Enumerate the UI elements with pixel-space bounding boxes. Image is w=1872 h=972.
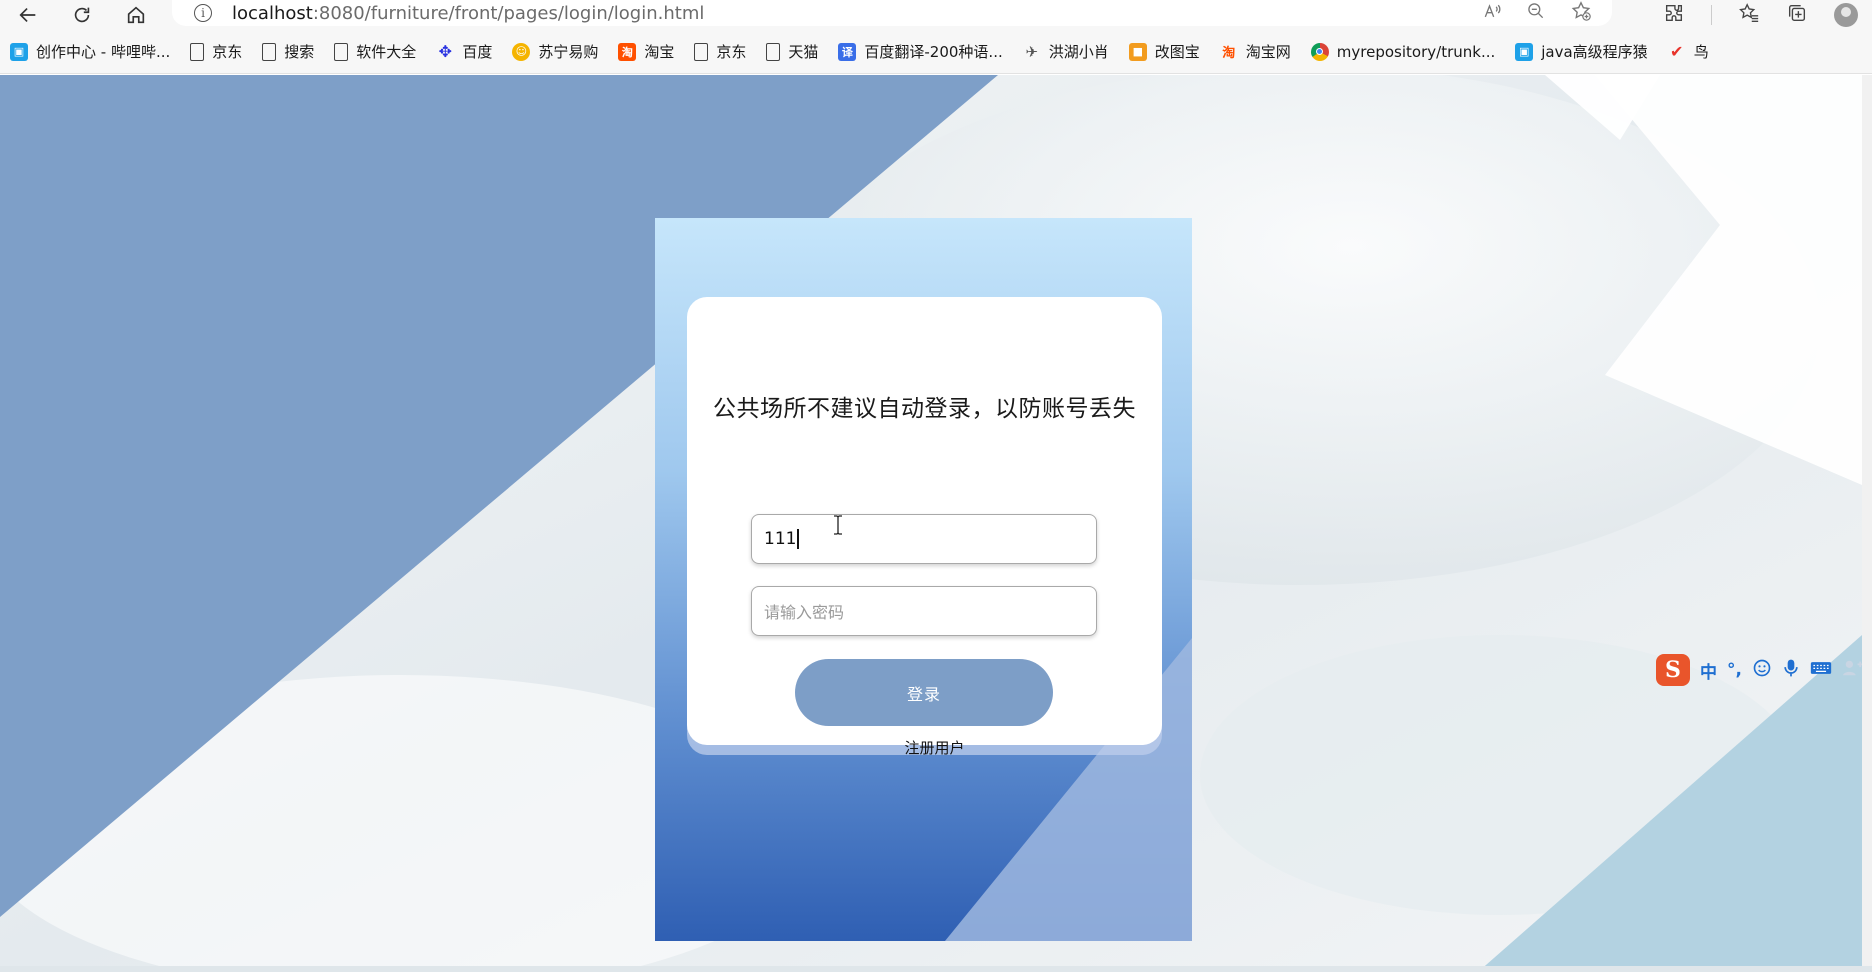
bookmark-label: 淘宝网 bbox=[1245, 43, 1291, 61]
baidu-paw-icon: ✥ bbox=[438, 42, 453, 61]
bookmarks-bar: ▣ 创作中心 - 哔哩哔... 京东 搜索 软件大全 ✥ 百度 ☺ 苏宁易购 淘… bbox=[0, 30, 1872, 74]
bookmark-label: 百度 bbox=[462, 43, 493, 61]
page-icon bbox=[334, 42, 349, 61]
microphone-icon[interactable] bbox=[1782, 658, 1800, 683]
page-icon bbox=[190, 42, 205, 61]
bookmark-label: 搜索 bbox=[284, 43, 315, 61]
bookmark-label: 改图宝 bbox=[1154, 43, 1200, 61]
bookmark-item[interactable]: ☺ 苏宁易购 bbox=[512, 41, 598, 62]
bookmark-label: 软件大全 bbox=[356, 43, 417, 61]
bookmark-item[interactable]: 搜索 bbox=[262, 41, 314, 62]
bookmark-item[interactable]: 译 百度翻译-200种语... bbox=[838, 41, 1003, 62]
ibeam-cursor-icon bbox=[834, 515, 842, 535]
bookmark-item[interactable]: 天猫 bbox=[766, 41, 818, 62]
login-button[interactable]: 登录 bbox=[795, 659, 1053, 726]
taobao-icon: 淘 bbox=[1222, 46, 1236, 61]
url-path: :8080/furniture/front/pages/login/login.… bbox=[312, 2, 705, 24]
toolbar-right-actions bbox=[1663, 0, 1872, 30]
collections-icon[interactable] bbox=[1786, 2, 1808, 29]
bookmark-item[interactable]: 淘 淘宝网 bbox=[1220, 41, 1291, 62]
page-icon bbox=[694, 42, 709, 61]
bookmark-item[interactable]: ■ 改图宝 bbox=[1128, 41, 1200, 62]
text-caret bbox=[797, 529, 799, 549]
login-card: 公共场所不建议自动登录，以防账号丢失 111 请输入密码 登录 注册用户 bbox=[687, 297, 1162, 757]
bookmark-label: 京东 bbox=[716, 43, 747, 61]
keyboard-icon[interactable] bbox=[1810, 659, 1832, 682]
vertical-scrollbar[interactable] bbox=[1862, 75, 1872, 972]
gaitubao-icon: ■ bbox=[1128, 42, 1147, 61]
bookmark-item[interactable]: 软件大全 bbox=[334, 41, 416, 62]
favorites-icon[interactable] bbox=[1738, 2, 1760, 29]
bottom-edge bbox=[0, 966, 1872, 972]
username-input[interactable]: 111 bbox=[751, 514, 1097, 564]
taobao-icon: 淘 bbox=[618, 42, 637, 61]
extensions-icon[interactable] bbox=[1663, 2, 1685, 29]
password-input[interactable]: 请输入密码 bbox=[751, 586, 1097, 636]
bookmark-label: java高级程序猿 bbox=[1541, 43, 1648, 61]
zoom-out-icon[interactable] bbox=[1526, 1, 1546, 25]
bird-icon: ✈ bbox=[1025, 42, 1039, 61]
add-favorite-icon[interactable] bbox=[1570, 0, 1592, 26]
password-placeholder: 请输入密码 bbox=[764, 603, 845, 622]
sogou-ime-logo-icon[interactable]: S bbox=[1656, 654, 1690, 686]
bookmark-item[interactable]: 京东 bbox=[190, 41, 242, 62]
bookmark-item[interactable]: ✥ 百度 bbox=[436, 41, 493, 62]
register-link[interactable]: 注册用户 bbox=[687, 737, 1162, 758]
ime-language-mode[interactable]: 中 bbox=[1700, 658, 1717, 683]
profile-avatar-icon[interactable] bbox=[1834, 3, 1858, 27]
url-host: localhost bbox=[232, 2, 313, 24]
baidu-translate-icon: 译 bbox=[838, 42, 857, 61]
home-button[interactable] bbox=[116, 0, 156, 30]
bookmark-label: 鸟 bbox=[1693, 43, 1709, 61]
read-aloud-icon[interactable] bbox=[1482, 1, 1502, 25]
bookmark-item[interactable]: 京东 bbox=[694, 41, 746, 62]
reload-icon bbox=[74, 7, 90, 23]
bookmark-item[interactable]: ▣ 创作中心 - 哔哩哔... bbox=[10, 41, 170, 62]
reload-button[interactable] bbox=[62, 0, 102, 30]
bird-red-icon: ✔ bbox=[1669, 42, 1684, 61]
emoji-icon[interactable] bbox=[1752, 658, 1772, 683]
page-viewport: 公共场所不建议自动登录，以防账号丢失 111 请输入密码 登录 注册用户 bbox=[0, 75, 1872, 972]
bookmark-item[interactable]: myrepository/trunk... bbox=[1310, 42, 1496, 61]
bookmark-label: 天猫 bbox=[788, 43, 819, 61]
bookmark-item[interactable]: ✈ 洪湖小肖 bbox=[1023, 41, 1109, 62]
bookmark-label: myrepository/trunk... bbox=[1336, 42, 1496, 61]
bookmark-label: 百度翻译-200种语... bbox=[864, 43, 1003, 61]
browser-toolbar: i localhost:8080/furniture/front/pages/l… bbox=[0, 0, 1872, 30]
bilibili-icon: ▣ bbox=[1515, 42, 1534, 61]
bookmark-label: 苏宁易购 bbox=[538, 43, 599, 61]
chrome-icon bbox=[1310, 42, 1329, 61]
login-title: 公共场所不建议自动登录，以防账号丢失 bbox=[713, 396, 1136, 422]
divider bbox=[1711, 5, 1712, 25]
site-info-icon[interactable]: i bbox=[194, 4, 212, 22]
bookmark-item[interactable]: 淘 淘宝 bbox=[618, 41, 674, 62]
back-button[interactable] bbox=[8, 0, 48, 30]
page-icon bbox=[766, 42, 781, 61]
username-value: 111 bbox=[764, 529, 797, 549]
suning-icon: ☺ bbox=[512, 42, 531, 61]
bookmark-item[interactable]: ▣ java高级程序猿 bbox=[1515, 41, 1648, 62]
bookmark-item[interactable]: ✔ 鸟 bbox=[1668, 41, 1709, 62]
ime-toolbar: S 中 °, bbox=[1656, 652, 1864, 688]
address-bar[interactable]: i localhost:8080/furniture/front/pages/l… bbox=[172, 0, 1612, 26]
back-arrow-icon bbox=[19, 7, 36, 23]
ime-punctuation-mode[interactable]: °, bbox=[1727, 660, 1742, 680]
home-icon bbox=[127, 6, 145, 24]
bookmark-label: 淘宝 bbox=[644, 43, 675, 61]
bookmark-label: 洪湖小肖 bbox=[1048, 43, 1109, 61]
bookmark-label: 京东 bbox=[212, 43, 243, 61]
bookmark-label: 创作中心 - 哔哩哔... bbox=[36, 43, 171, 61]
bilibili-icon: ▣ bbox=[10, 42, 28, 61]
skin-icon[interactable] bbox=[1842, 658, 1864, 683]
address-bar-actions bbox=[1482, 0, 1592, 26]
page-icon bbox=[262, 42, 277, 61]
